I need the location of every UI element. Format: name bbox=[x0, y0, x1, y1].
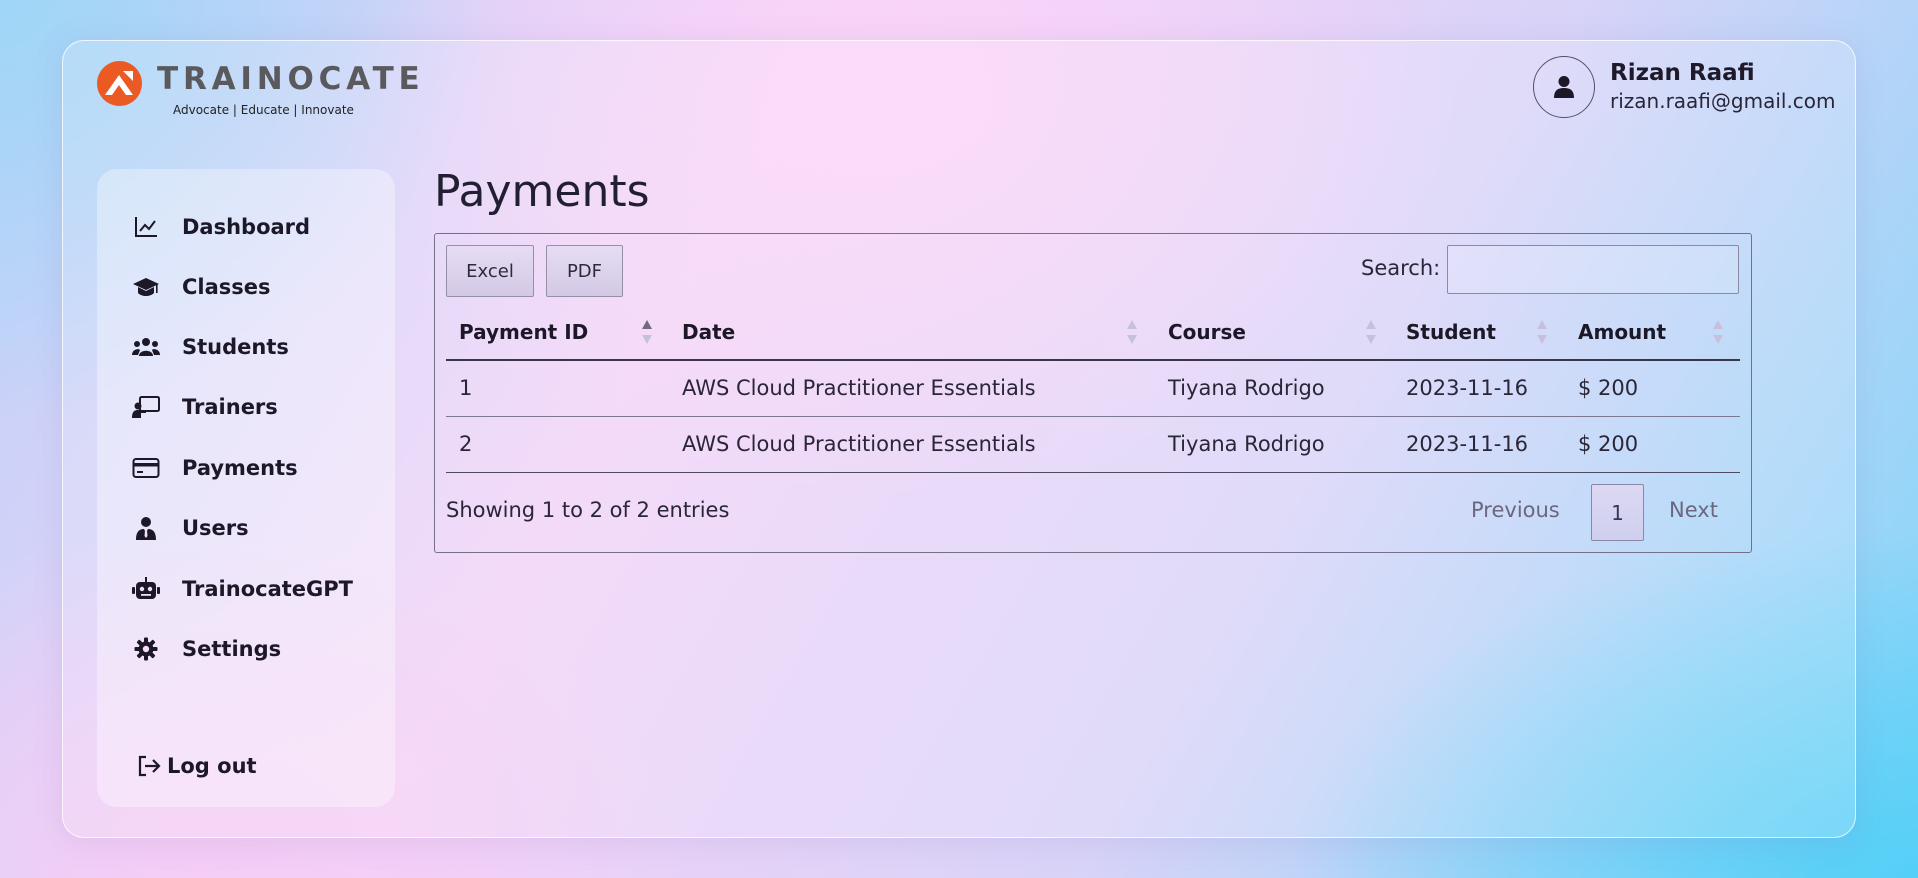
table-header: Payment ID Date Course Student Amount bbox=[446, 306, 1740, 361]
pagination-previous[interactable]: Previous bbox=[1471, 498, 1560, 522]
column-header-date[interactable]: Date bbox=[682, 320, 735, 344]
pagination-page-1[interactable]: 1 bbox=[1591, 484, 1644, 541]
logo-mark-icon bbox=[97, 61, 142, 106]
table-row: 2 AWS Cloud Practitioner Essentials Tiya… bbox=[446, 417, 1740, 473]
trainocate-logo[interactable]: TRAINOCATE Advocate | Educate | Innovate bbox=[97, 58, 437, 122]
payments-table: Payment ID Date Course Student Amount 1 … bbox=[446, 306, 1740, 473]
cell-amount: $ 200 bbox=[1578, 432, 1639, 456]
cell-payment-id: 2 bbox=[459, 432, 473, 456]
table-info: Showing 1 to 2 of 2 entries bbox=[446, 498, 730, 522]
sidebar-item-dashboard[interactable]: Dashboard bbox=[132, 210, 310, 244]
sort-ascending-icon[interactable] bbox=[641, 319, 653, 345]
sidebar-item-trainers[interactable]: Trainers bbox=[132, 390, 278, 424]
sidebar-item-label: Settings bbox=[182, 637, 282, 661]
sidebar-item-label: Trainers bbox=[182, 395, 278, 419]
user-icon bbox=[1554, 76, 1574, 98]
sidebar-item-payments[interactable]: Payments bbox=[132, 451, 298, 485]
page-title: Payments bbox=[434, 166, 650, 217]
column-header-amount[interactable]: Amount bbox=[1578, 320, 1666, 344]
user-email: rizan.raafi@gmail.com bbox=[1610, 89, 1836, 113]
brand-name: TRAINOCATE bbox=[157, 61, 425, 97]
avatar[interactable] bbox=[1533, 56, 1595, 118]
cell-course: Tiyana Rodrigo bbox=[1168, 376, 1325, 400]
robot-icon bbox=[132, 575, 160, 603]
graduation-cap-icon bbox=[132, 273, 160, 301]
user-name: Rizan Raafi bbox=[1610, 60, 1755, 86]
cell-date: AWS Cloud Practitioner Essentials bbox=[682, 376, 1036, 400]
column-header-payment-id[interactable]: Payment ID bbox=[459, 320, 588, 344]
sidebar: Dashboard Classes Students Trainers Paym… bbox=[97, 169, 395, 807]
excel-export-button[interactable]: Excel bbox=[446, 245, 534, 297]
logout-label: Log out bbox=[167, 754, 257, 778]
sidebar-item-settings[interactable]: Settings bbox=[132, 632, 281, 666]
sidebar-item-classes[interactable]: Classes bbox=[132, 270, 271, 304]
credit-card-icon bbox=[132, 454, 160, 482]
cell-student: 2023-11-16 bbox=[1406, 432, 1529, 456]
sidebar-item-label: Payments bbox=[182, 456, 298, 480]
cell-amount: $ 200 bbox=[1578, 376, 1639, 400]
sort-icon[interactable] bbox=[1126, 319, 1138, 345]
search-input[interactable] bbox=[1447, 245, 1739, 294]
sidebar-item-trainocategpt[interactable]: TrainocateGPT bbox=[132, 572, 353, 606]
sidebar-item-label: Users bbox=[182, 516, 249, 540]
column-header-student[interactable]: Student bbox=[1406, 320, 1496, 344]
sidebar-item-students[interactable]: Students bbox=[132, 330, 289, 364]
users-icon bbox=[132, 333, 160, 361]
sidebar-item-label: TrainocateGPT bbox=[182, 577, 353, 601]
cell-date: AWS Cloud Practitioner Essentials bbox=[682, 432, 1036, 456]
cell-payment-id: 1 bbox=[459, 376, 473, 400]
chart-line-icon bbox=[132, 213, 160, 241]
cell-course: Tiyana Rodrigo bbox=[1168, 432, 1325, 456]
sidebar-item-users[interactable]: Users bbox=[132, 511, 249, 545]
user-profile[interactable]: Rizan Raafi rizan.raafi@gmail.com bbox=[1533, 56, 1853, 120]
logout-icon bbox=[135, 752, 163, 780]
sort-icon[interactable] bbox=[1536, 319, 1548, 345]
payments-table-panel: Excel PDF Search: Payment ID Date Course… bbox=[434, 233, 1752, 553]
brand-tagline: Advocate | Educate | Innovate bbox=[173, 103, 354, 117]
sidebar-item-label: Students bbox=[182, 335, 289, 359]
pagination-next[interactable]: Next bbox=[1669, 498, 1718, 522]
cell-student: 2023-11-16 bbox=[1406, 376, 1529, 400]
user-tie-icon bbox=[132, 514, 160, 542]
logout-button[interactable]: Log out bbox=[135, 752, 257, 780]
column-header-course[interactable]: Course bbox=[1168, 320, 1246, 344]
chalkboard-teacher-icon bbox=[132, 393, 160, 421]
sort-icon[interactable] bbox=[1365, 319, 1377, 345]
gear-icon bbox=[132, 635, 160, 663]
search-label: Search: bbox=[1361, 256, 1441, 280]
sidebar-item-label: Dashboard bbox=[182, 215, 311, 239]
pdf-export-button[interactable]: PDF bbox=[546, 245, 623, 297]
table-row: 1 AWS Cloud Practitioner Essentials Tiya… bbox=[446, 361, 1740, 417]
sidebar-item-label: Classes bbox=[182, 275, 271, 299]
sort-icon[interactable] bbox=[1712, 319, 1724, 345]
